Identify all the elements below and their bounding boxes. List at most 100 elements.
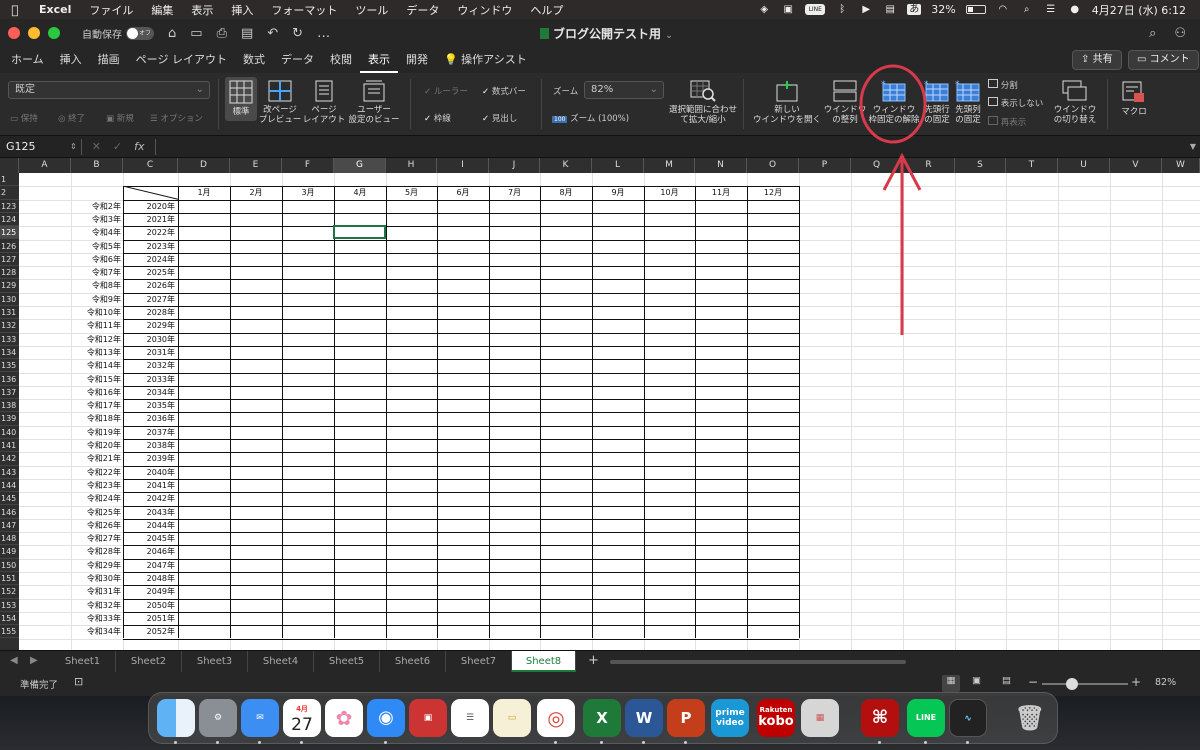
tab-home[interactable]: ホーム	[3, 47, 52, 73]
sheet-tab-sheet3[interactable]: Sheet3	[182, 651, 248, 672]
exit-view-button[interactable]: ◎ 終了	[58, 112, 85, 124]
tab-page-layout[interactable]: ページ レイアウト	[128, 47, 235, 73]
era-cell[interactable]: 令和33年	[71, 612, 121, 625]
month-header[interactable]: 12月	[747, 186, 799, 199]
sheet-tab-sheet1[interactable]: Sheet1	[50, 651, 116, 672]
month-header[interactable]: 6月	[437, 186, 489, 199]
row-header-1[interactable]: 1	[0, 173, 19, 187]
save-icon[interactable]: ▭	[190, 26, 202, 41]
row-header-152[interactable]: 152	[0, 585, 19, 599]
row-header-135[interactable]: 135	[0, 359, 19, 373]
row-header-151[interactable]: 151	[0, 572, 19, 586]
zoom-combo[interactable]: 82% ⌄	[584, 81, 664, 99]
line-icon[interactable]: LINE	[907, 699, 945, 737]
insert-function-icon[interactable]: fx	[134, 140, 144, 153]
row-header-148[interactable]: 148	[0, 532, 19, 546]
zoom-in-button[interactable]: +	[1131, 675, 1141, 689]
print-icon[interactable]: ⎙	[217, 26, 227, 41]
normal-view-button[interactable]: 標準	[225, 77, 257, 121]
year-cell[interactable]: 2020年	[123, 200, 175, 213]
era-cell[interactable]: 令和6年	[71, 253, 121, 266]
mail-icon[interactable]: ✉	[241, 699, 279, 737]
era-cell[interactable]: 令和28年	[71, 545, 121, 558]
trash-icon[interactable]: 🗑	[1011, 699, 1049, 737]
select-all-corner[interactable]	[0, 158, 19, 173]
column-header-V[interactable]: V	[1110, 158, 1162, 173]
era-cell[interactable]: 令和12年	[71, 333, 121, 346]
column-header-N[interactable]: N	[695, 158, 747, 173]
year-cell[interactable]: 2029年	[123, 319, 175, 332]
era-cell[interactable]: 令和24年	[71, 492, 121, 505]
row-header-127[interactable]: 127	[0, 253, 19, 267]
year-cell[interactable]: 2021年	[123, 213, 175, 226]
year-cell[interactable]: 2026年	[123, 279, 175, 292]
era-cell[interactable]: 令和3年	[71, 213, 121, 226]
tab-developer[interactable]: 開発	[398, 47, 436, 73]
column-header-J[interactable]: J	[489, 158, 540, 173]
month-header[interactable]: 3月	[282, 186, 334, 199]
month-header[interactable]: 1月	[178, 186, 230, 199]
view-options-button[interactable]: ☰ オプション	[150, 112, 203, 124]
accessibility-icon[interactable]: ⊡	[74, 675, 83, 688]
row-header-147[interactable]: 147	[0, 519, 19, 533]
year-cell[interactable]: 2048年	[123, 572, 175, 585]
year-cell[interactable]: 2023年	[123, 240, 175, 253]
menu-data[interactable]: データ	[397, 2, 448, 18]
tab-view[interactable]: 表示	[359, 47, 398, 73]
more-icon[interactable]: …	[317, 26, 330, 41]
switch-windows-button[interactable]: ウインドウ の切り替え	[1050, 80, 1100, 125]
horizontal-scrollbar[interactable]	[610, 660, 906, 664]
acrobat-icon[interactable]: ⌘	[861, 699, 899, 737]
sheet-view-combo[interactable]: 既定 ⌄	[8, 81, 210, 99]
year-cell[interactable]: 2042年	[123, 492, 175, 505]
name-box-stepper-icon[interactable]: ⇕	[70, 142, 77, 151]
ruler-checkbox[interactable]: ✓ ルーラー	[424, 85, 468, 97]
column-header-M[interactable]: M	[644, 158, 695, 173]
year-cell[interactable]: 2044年	[123, 519, 175, 532]
new-window-button[interactable]: 新しい ウインドウを開く	[750, 80, 824, 125]
zoom-percent[interactable]: 82%	[1155, 677, 1176, 688]
autosave-toggle[interactable]: オフ	[126, 26, 154, 40]
tab-draw[interactable]: 描画	[90, 47, 128, 73]
column-header-T[interactable]: T	[1006, 158, 1058, 173]
tab-insert[interactable]: 挿入	[52, 47, 90, 73]
year-cell[interactable]: 2046年	[123, 545, 175, 558]
search-icon[interactable]: ⌕	[1020, 4, 1034, 15]
page-break-status-icon[interactable]: ▤	[1002, 675, 1011, 686]
page-break-preview-button[interactable]: 改ページ プレビュー	[258, 80, 302, 125]
photos-icon[interactable]: ✿	[325, 699, 363, 737]
ime-indicator[interactable]: あ	[907, 4, 922, 15]
account-icon[interactable]: ⚇	[1174, 26, 1186, 41]
tab-review[interactable]: 校閲	[322, 47, 360, 73]
month-header[interactable]: 7月	[489, 186, 540, 199]
unhide-window-button[interactable]: 再表示	[988, 116, 1026, 128]
row-header-142[interactable]: 142	[0, 452, 19, 466]
era-cell[interactable]: 令和34年	[71, 625, 121, 638]
reminders-icon[interactable]: ☰	[451, 699, 489, 737]
share-button[interactable]: ⇪ 共有	[1072, 50, 1122, 70]
month-header[interactable]: 5月	[386, 186, 437, 199]
prev-sheet-icon[interactable]: ◀	[10, 655, 18, 666]
row-header-126[interactable]: 126	[0, 240, 19, 253]
home-icon[interactable]: ⌂	[168, 26, 176, 41]
month-header[interactable]: 11月	[695, 186, 747, 199]
system-preferences-icon[interactable]: ⚙	[199, 699, 237, 737]
row-header-129[interactable]: 129	[0, 279, 19, 293]
word-icon[interactable]: W	[625, 699, 663, 737]
column-header-F[interactable]: F	[282, 158, 334, 173]
notes-icon[interactable]: ▭	[493, 699, 531, 737]
row-header-131[interactable]: 131	[0, 306, 19, 320]
year-cell[interactable]: 2038年	[123, 439, 175, 452]
split-button[interactable]: 分割	[988, 79, 1018, 91]
month-header[interactable]: 2月	[230, 186, 282, 199]
undo-icon[interactable]: ↶	[267, 26, 278, 41]
row-header-133[interactable]: 133	[0, 333, 19, 346]
column-header-O[interactable]: O	[747, 158, 799, 173]
menu-help[interactable]: ヘルプ	[521, 2, 572, 18]
control-center-icon[interactable]: ☰	[1044, 4, 1058, 15]
column-header-G[interactable]: G	[334, 158, 386, 173]
era-cell[interactable]: 令和13年	[71, 346, 121, 359]
comment-button[interactable]: ▭ コメント	[1128, 50, 1199, 70]
siri-icon[interactable]: ●	[1068, 4, 1082, 15]
month-header[interactable]: 4月	[334, 186, 386, 199]
